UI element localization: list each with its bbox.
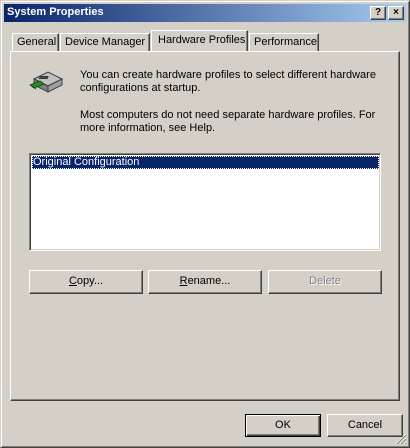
rename-mnemonic: R [179,275,188,287]
delete-label: Delete [309,275,341,287]
title-bar[interactable]: System Properties ? × [4,4,406,22]
tab-label: Performance [254,36,317,48]
tab-device-manager[interactable]: Device Manager [60,33,150,51]
rename-button[interactable]: Rename... [148,270,262,294]
copy-button[interactable]: Copy... [29,270,143,294]
system-properties-window: System Properties ? × General Device Man… [0,0,410,448]
tab-hardware-profiles[interactable]: Hardware Profiles [151,30,248,51]
rename-label: ename... [187,275,231,287]
tab-general[interactable]: General [12,33,59,51]
help-icon: ? [374,7,382,18]
list-item[interactable]: Original Configuration [32,156,379,169]
window-title: System Properties [7,6,104,18]
profile-name: Original Configuration [33,156,140,168]
hardware-profile-icon [28,67,64,95]
cancel-button[interactable]: Cancel [327,414,403,437]
profiles-help-text: Most computers do not need separate hard… [80,109,376,134]
cancel-label: Cancel [347,419,383,431]
tab-label: Device Manager [65,36,146,48]
profiles-description: You can create hardware profiles to sele… [80,69,376,94]
tab-performance[interactable]: Performance [249,33,319,51]
ok-button[interactable]: OK [245,414,321,437]
tab-label: General [17,36,57,48]
hardware-profiles-panel: You can create hardware profiles to sele… [10,51,400,401]
close-button[interactable]: × [388,6,404,20]
ok-label: OK [275,419,291,431]
tab-label: Hardware Profiles [158,34,246,46]
copy-mnemonic: C [68,275,77,287]
help-button[interactable]: ? [370,6,386,20]
copy-label: opy... [76,275,104,287]
close-icon: × [393,7,399,18]
resize-grip-icon[interactable] [395,433,407,445]
delete-button[interactable]: Delete [268,270,382,294]
profiles-listbox[interactable]: Original Configuration [29,153,381,251]
